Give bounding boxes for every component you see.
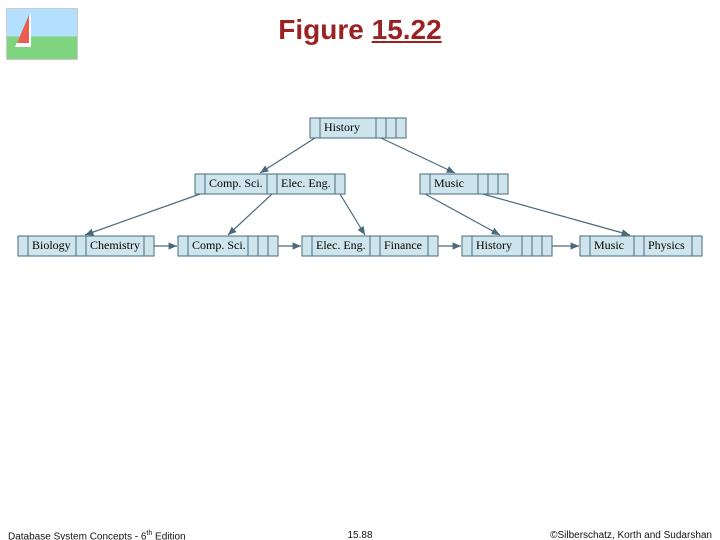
root-node: History	[310, 118, 406, 138]
title-number: 15.22	[372, 14, 442, 45]
leaf-1-key1: Biology	[32, 238, 71, 252]
leaf-4-key1: History	[476, 238, 512, 252]
page-title: Figure 15.22	[0, 14, 720, 46]
btree-diagram: History Comp. Sci. Elec. Eng. Music Biol…	[0, 110, 720, 290]
internal-node-right: Music	[420, 174, 508, 194]
arrow-il-leaf3	[340, 194, 365, 235]
arrow-il-leaf2	[228, 194, 272, 235]
leaf-5-key2: Physics	[648, 238, 685, 252]
arrow-root-right	[381, 138, 455, 173]
arrow-root-left	[260, 138, 315, 173]
leaf-node-1: Biology Chemistry	[18, 236, 154, 256]
leaf-node-5: Music Physics	[580, 236, 702, 256]
leaf-node-4: History	[462, 236, 552, 256]
leaf-node-3: Elec. Eng. Finance	[302, 236, 438, 256]
internal-left-key1: Comp. Sci.	[209, 176, 263, 190]
internal-left-key2: Elec. Eng.	[281, 176, 331, 190]
title-prefix: Figure	[278, 14, 371, 45]
root-label: History	[324, 120, 360, 134]
leaf-3-key1: Elec. Eng.	[316, 238, 366, 252]
arrow-ir-leaf4	[425, 194, 500, 235]
arrow-ir-leaf5	[483, 194, 630, 235]
internal-right-key1: Music	[434, 176, 464, 190]
leaf-1-key2: Chemistry	[90, 238, 140, 252]
arrow-il-leaf1	[85, 194, 200, 235]
footer-right: ©Silberschatz, Korth and Sudarshan	[550, 530, 712, 540]
leaf-3-key2: Finance	[384, 238, 422, 252]
leaf-2-key1: Comp. Sci.	[192, 238, 246, 252]
leaf-5-key1: Music	[594, 238, 624, 252]
internal-node-left: Comp. Sci. Elec. Eng.	[195, 174, 345, 194]
leaf-node-2: Comp. Sci.	[178, 236, 278, 256]
